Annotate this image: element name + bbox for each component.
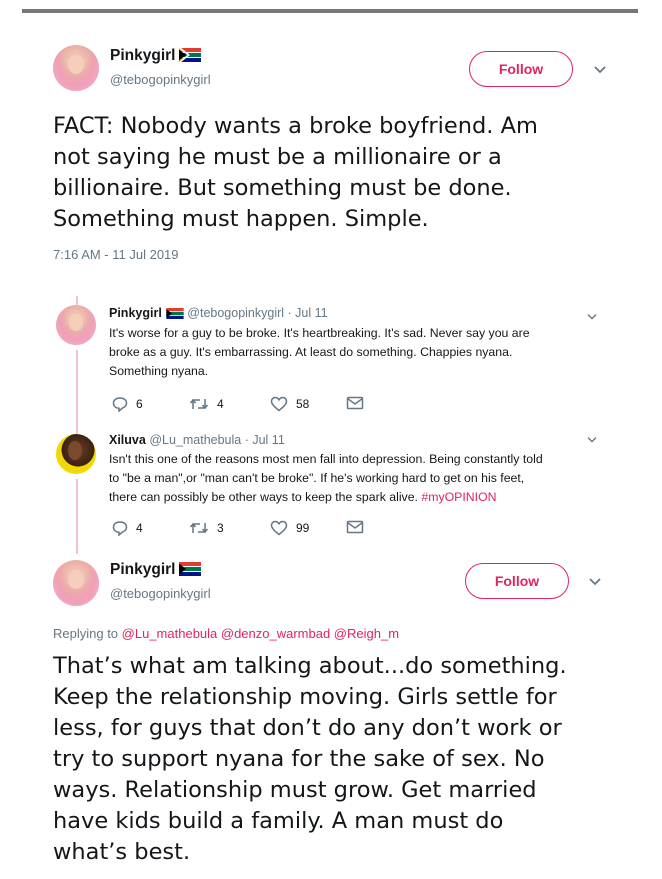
retweet-action[interactable]: 4 [189,396,224,412]
avatar[interactable] [53,560,99,606]
tweet-text-line: FACT: Nobody wants a broke boyfriend. Am [53,113,538,139]
message-action[interactable] [346,520,364,534]
reply-text-line: there can possibly be other ways to keep… [109,488,543,507]
tweet-text-line: That’s what am talking about...do someth… [53,653,567,679]
reply-text-line: It's worse for a guy to be broke. It's h… [109,326,530,340]
tweet-text: That’s what am talking about...do someth… [53,651,567,868]
author-name-text: Pinkygirl [110,561,176,578]
reply-action[interactable]: 4 [112,520,143,536]
reply-text-line: to "be a man",or "man can't be broke". I… [109,471,525,485]
heart-icon [270,396,288,412]
follow-button[interactable]: Follow [469,51,573,87]
follow-button[interactable]: Follow [465,563,569,599]
reply-text: Isn't this one of the reasons most men f… [109,450,543,507]
tweet-text: FACT: Nobody wants a broke boyfriend. Am… [53,111,538,235]
reply-header[interactable]: Pinkygirl @tebogopinkygirl · Jul 11 [109,306,328,320]
top-divider [22,9,638,13]
author-name[interactable]: Pinkygirl [110,561,202,579]
reply-text: It's worse for a guy to be broke. It's h… [109,324,530,381]
tweet-actions: 6 4 58 [112,396,372,414]
south-africa-flag-icon [166,308,184,319]
reply-action[interactable]: 6 [112,396,143,412]
author-handle[interactable]: @tebogopinkygirl [110,72,211,87]
chevron-down-icon[interactable] [593,65,607,75]
tweet-text-line: Something must happen. Simple. [53,206,429,232]
hashtag-link[interactable]: #myOPINION [421,490,496,504]
reply-text-line: Something nyana. [109,364,209,378]
reply-icon [112,397,128,412]
author-name[interactable]: Pinkygirl [110,47,202,65]
reply-date: · Jul 11 [287,306,328,320]
thread-line [76,479,78,554]
reply-count: 4 [136,521,143,535]
message-action[interactable] [346,396,364,410]
retweet-icon [189,398,209,410]
reply-header[interactable]: Xiluva @Lu_mathebula · Jul 11 [109,433,285,447]
like-action[interactable]: 99 [270,520,309,536]
chevron-down-icon[interactable] [588,577,602,587]
south-africa-flag-icon [179,48,202,62]
replying-to: Replying to @Lu_mathebula @denzo_warmbad… [53,626,399,641]
south-africa-flag-icon [179,562,202,576]
heart-icon [270,520,288,536]
tweet-text-line: not saying he must be a millionaire or a [53,144,502,170]
author-handle[interactable]: @tebogopinkygirl [110,586,211,601]
author-name-text: Pinkygirl [110,47,176,64]
envelope-icon [346,396,364,410]
reply-handle: @tebogopinkygirl [187,306,285,320]
avatar[interactable] [56,305,96,345]
reply-text-fragment: there can possibly be other ways to keep… [109,490,422,504]
retweet-action[interactable]: 3 [189,520,224,536]
reply-count: 6 [136,397,143,411]
thread-line [76,296,78,305]
retweet-count: 4 [217,397,224,411]
reply-date: · Jul 11 [244,433,285,447]
tweet-text-line: have kids build a family. A man must do [53,808,504,834]
chevron-down-icon[interactable] [586,313,598,321]
thread-line [76,350,78,445]
avatar[interactable] [56,434,96,474]
avatar-face [68,441,83,460]
tweet-text-line: less, for guys that don’t do any don’t w… [53,715,562,741]
reply-handle: @Lu_mathebula [149,433,242,447]
reply-text-line: broke as a guy. It's embarrassing. At le… [109,345,513,359]
reply-icon [112,521,128,536]
retweet-icon [189,522,209,534]
tweet-timestamp[interactable]: 7:16 AM - 11 Jul 2019 [53,247,179,262]
avatar[interactable] [53,45,99,91]
chevron-down-icon[interactable] [586,436,598,444]
tweet-text-line: billionaire. But something must be done. [53,175,512,201]
tweet-text-line: ways. Relationship must grow. Get marrie… [53,777,537,803]
like-count: 58 [296,397,310,411]
tweet-text-line: try to support nyana for the sake of sex… [53,746,545,772]
retweet-count: 3 [217,521,224,535]
avatar-face [68,313,84,331]
reply-text-line: Isn't this one of the reasons most men f… [109,452,543,466]
envelope-icon [346,520,364,534]
replying-to-label: Replying to [53,626,119,641]
tweet-actions: 4 3 99 [112,520,372,538]
like-count: 99 [296,521,310,535]
like-action[interactable]: 58 [270,396,309,412]
tweet-text-line: Keep the relationship moving. Girls sett… [53,684,557,710]
tweet-text-line: what’s best. [53,839,191,865]
reply-author-name: Pinkygirl [109,306,162,320]
reply-author-name: Xiluva [109,433,146,447]
mention-links[interactable]: @Lu_mathebula @denzo_warmbad @Reigh_m [122,626,399,641]
